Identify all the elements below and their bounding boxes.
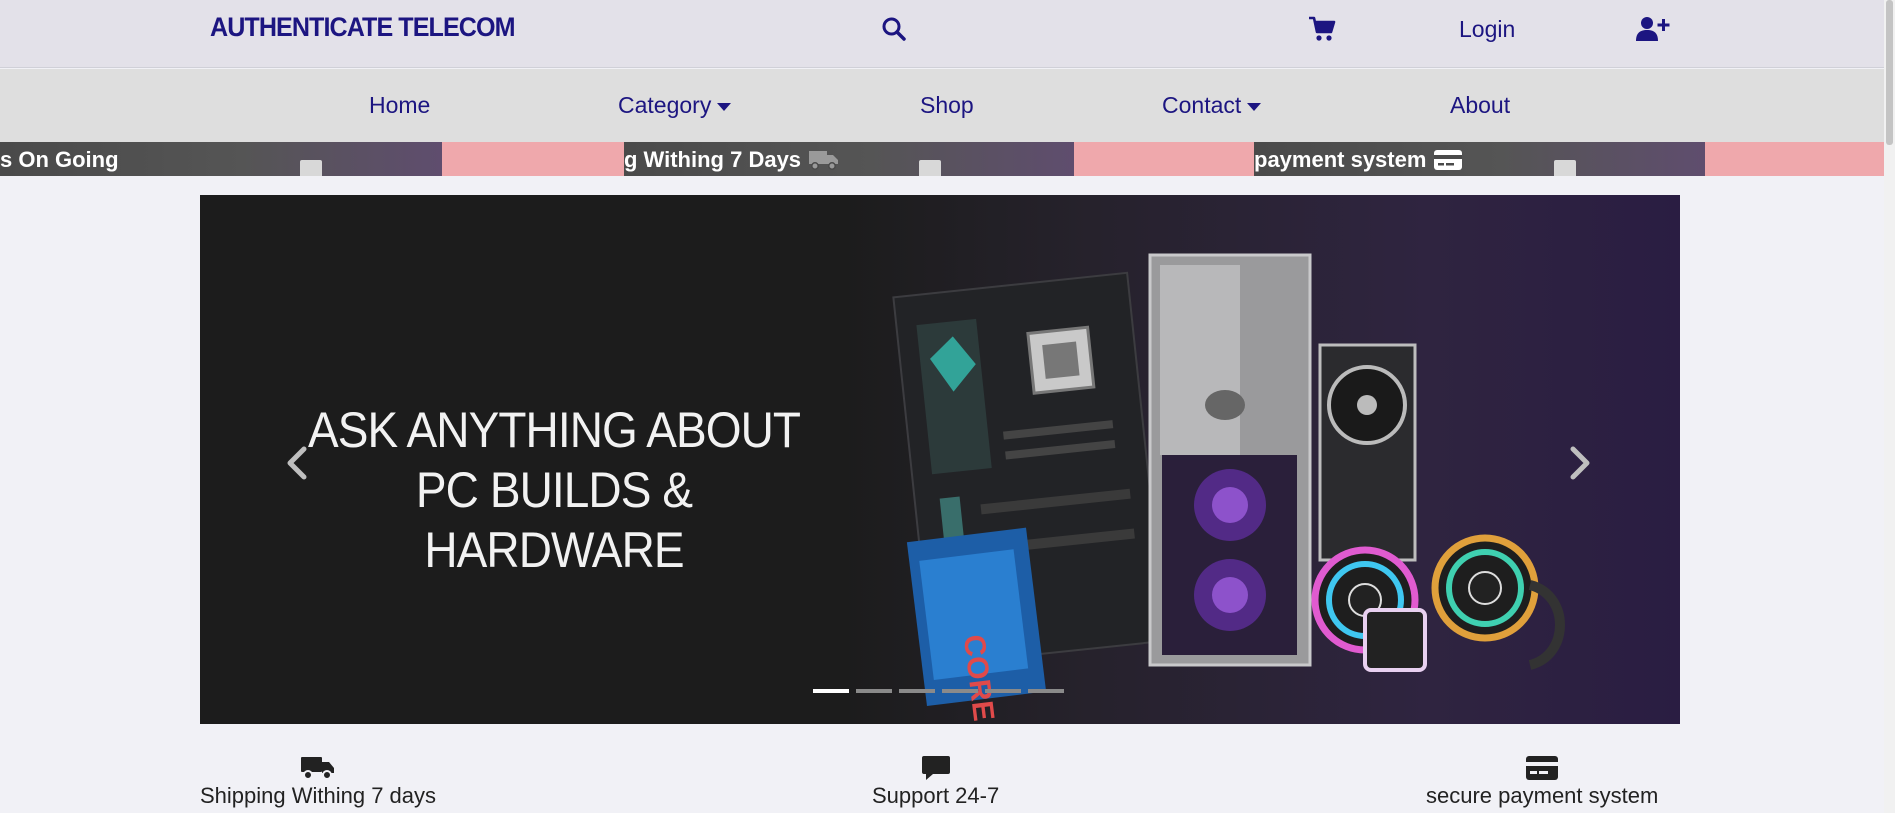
feature-support-label: Support 24-7 (872, 783, 1000, 808)
nav-category-label: Category (618, 92, 712, 118)
main-nav: Home Category Shop Contact About (0, 69, 1890, 142)
ticker-text: s On Going (0, 147, 119, 172)
nav-contact[interactable]: Contact (1162, 92, 1262, 119)
carousel-prev-button[interactable] (282, 443, 312, 483)
ticker-text: payment system (1254, 147, 1427, 172)
ticker-image-fragment (919, 160, 941, 176)
promo-ticker: s On Going g Withing 7 Days payment syst… (0, 142, 1890, 176)
feature-shipping-label: Shipping Withing 7 days (200, 783, 437, 808)
chevron-left-icon (287, 446, 307, 480)
cart-button[interactable] (1307, 15, 1337, 43)
hero-headline-line2: PC BUILDS & HARDWARE (415, 462, 693, 578)
site-logo[interactable]: AUTHENTICATE TELECOM (210, 12, 515, 43)
feature-payment: secure payment system (1426, 755, 1658, 809)
nav-category[interactable]: Category (618, 92, 732, 119)
carousel-indicators (813, 689, 1064, 693)
nav-shop-label: Shop (920, 92, 974, 118)
caret-down-icon (1247, 103, 1262, 111)
truck-icon (809, 151, 839, 170)
chevron-right-icon (1570, 446, 1590, 480)
top-header: AUTHENTICATE TELECOM Login (0, 0, 1890, 68)
page-scrollbar[interactable] (1884, 0, 1895, 813)
ticker-image-fragment (1554, 160, 1576, 176)
feature-payment-label: secure payment system (1426, 783, 1659, 808)
ticker-slide: payment system (1254, 142, 1705, 176)
chat-icon (921, 756, 950, 780)
carousel-indicator[interactable] (899, 689, 935, 693)
truck-icon (301, 757, 335, 780)
carousel-indicator[interactable] (1028, 689, 1064, 693)
nav-shop[interactable]: Shop (920, 92, 974, 119)
carousel-indicator[interactable] (985, 689, 1021, 693)
ticker-image-fragment (300, 160, 322, 176)
ticker-slide: g Withing 7 Days (624, 142, 1074, 176)
nav-about-label: About (1450, 92, 1511, 118)
feature-support: Support 24-7 (872, 755, 999, 809)
carousel-next-button[interactable] (1565, 443, 1595, 483)
caret-down-icon (717, 103, 732, 111)
nav-about[interactable]: About (1450, 92, 1510, 119)
credit-card-icon (1434, 150, 1463, 170)
nav-home[interactable]: Home (369, 92, 430, 119)
carousel-indicator[interactable] (856, 689, 892, 693)
login-link[interactable]: Login (1459, 16, 1515, 43)
ticker-slide: s On Going (0, 142, 442, 176)
hero-headline-line1: ASK ANYTHING ABOUT (307, 402, 801, 458)
ticker-text: g Withing 7 Days (624, 147, 802, 172)
scrollbar-thumb[interactable] (1886, 0, 1893, 145)
ticker-spacer (1074, 142, 1254, 176)
carousel-indicator[interactable] (813, 689, 849, 693)
credit-card-icon (1526, 756, 1559, 780)
signup-button[interactable] (1636, 15, 1670, 43)
hero-headline: ASK ANYTHING ABOUT PC BUILDS & HARDWARE (287, 400, 821, 580)
carousel-indicator[interactable] (942, 689, 978, 693)
features-row: Shipping Withing 7 days Support 24-7 sec… (200, 755, 1680, 813)
nav-home-label: Home (369, 92, 431, 118)
cart-icon (1309, 16, 1336, 41)
nav-contact-label: Contact (1162, 92, 1242, 118)
feature-shipping: Shipping Withing 7 days (200, 755, 436, 809)
hero-carousel: CORE ASK ANYTHING ABOUT PC BUILDS & HARD… (200, 195, 1680, 724)
search-icon (882, 17, 906, 41)
ticker-spacer (1705, 142, 1890, 176)
user-plus-icon (1636, 17, 1670, 41)
ticker-spacer (442, 142, 624, 176)
search-button[interactable] (880, 15, 908, 43)
